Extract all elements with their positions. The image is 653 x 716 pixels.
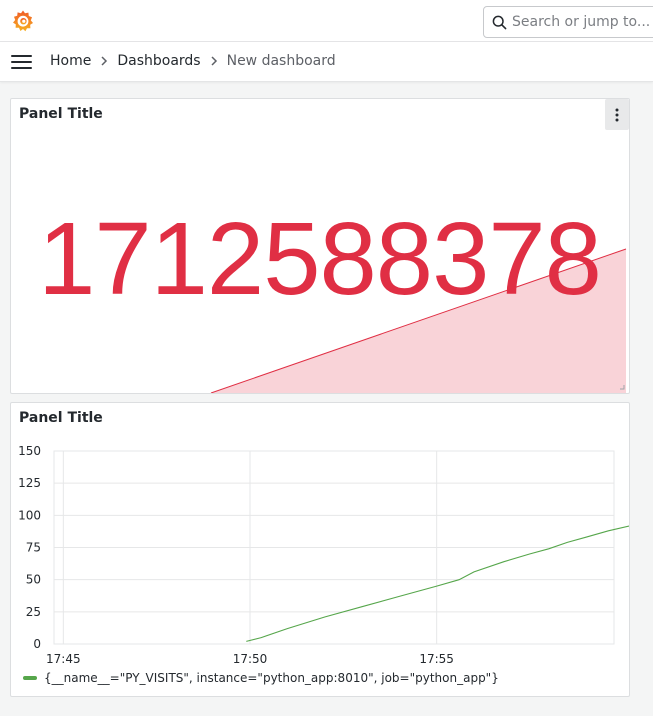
y-tick-label: 100 — [18, 508, 41, 522]
y-tick-label: 150 — [18, 444, 41, 458]
chart-legend[interactable]: {__name__="PY_VISITS", instance="python_… — [23, 671, 499, 685]
y-tick-label: 125 — [18, 476, 41, 490]
stat-panel: Panel Title 1712588378 — [10, 98, 630, 394]
search-input[interactable] — [512, 7, 652, 37]
timeseries-panel: Panel Title 0 25 50 75 100 125 150 17:45 17:50 17… — [10, 402, 630, 697]
grafana-logo-icon[interactable] — [11, 9, 35, 33]
x-tick-label: 17:55 — [419, 652, 454, 666]
breadcrumb-current: New dashboard — [226, 53, 336, 69]
y-tick-label: 50 — [26, 573, 41, 587]
breadcrumb-dashboards[interactable]: Dashboards — [117, 53, 200, 69]
chevron-right-icon — [100, 56, 108, 66]
search-icon — [492, 15, 507, 34]
hamburger-icon[interactable] — [11, 54, 33, 70]
top-bar — [0, 0, 653, 42]
search-box[interactable] — [483, 6, 653, 38]
y-tick-label: 25 — [26, 605, 41, 619]
stat-value: 1712588378 — [38, 201, 602, 316]
breadcrumb-bar: Home Dashboards New dashboard — [0, 42, 653, 82]
legend-swatch — [23, 676, 37, 680]
x-tick-label: 17:50 — [233, 652, 268, 666]
series-line — [246, 525, 629, 642]
x-tick-label: 17:45 — [46, 652, 81, 666]
timeseries-chart: 0 25 50 75 100 125 150 17:45 17:50 17:55 — [18, 444, 629, 666]
y-tick-label: 75 — [26, 541, 41, 555]
chevron-right-icon — [210, 56, 218, 66]
y-tick-label: 0 — [33, 637, 41, 651]
breadcrumb: Home Dashboards New dashboard — [50, 53, 336, 69]
legend-label: {__name__="PY_VISITS", instance="python_… — [44, 671, 499, 685]
breadcrumb-home[interactable]: Home — [50, 53, 91, 69]
